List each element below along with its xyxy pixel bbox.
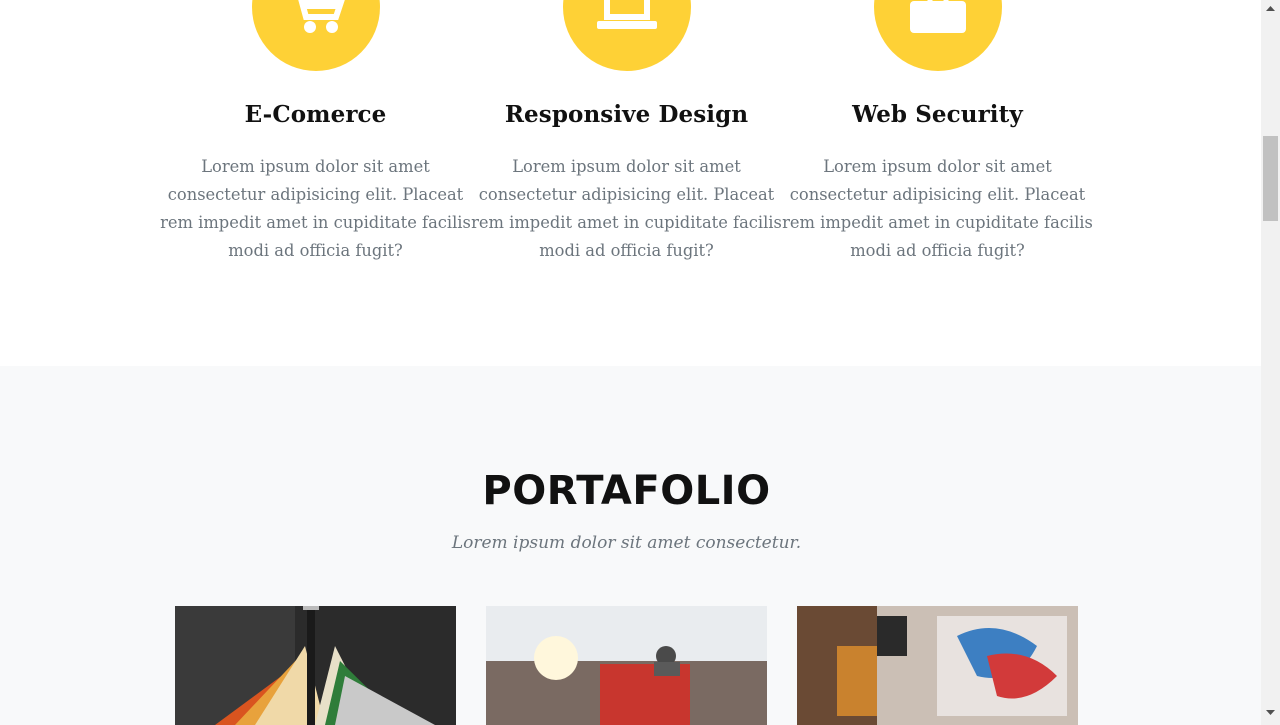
service-description: Lorem ipsum dolor sit amet consectetur a…	[160, 157, 471, 260]
services-section: E-Comerce Lorem ipsum dolor sit amet con…	[0, 0, 1261, 366]
clothes-rack-photo	[175, 606, 456, 725]
portfolio-item-keep[interactable]	[486, 606, 767, 725]
service-icon-circle	[873, 0, 1002, 71]
service-title: Responsive Design	[504, 101, 749, 128]
keep-flag-photo	[486, 606, 767, 725]
shopping-cart-icon	[297, 0, 345, 33]
scroll-down-arrow-icon[interactable]	[1261, 704, 1280, 721]
portfolio-item-clothes[interactable]	[175, 606, 456, 725]
service-title: Web Security	[852, 101, 1023, 128]
portfolio-heading: PORTAFOLIO	[482, 468, 771, 514]
service-description: Lorem ipsum dolor sit amet consectetur a…	[471, 157, 782, 260]
service-icon-circle	[562, 0, 691, 71]
page-viewport: E-Comerce Lorem ipsum dolor sit amet con…	[0, 0, 1261, 725]
service-description: Lorem ipsum dolor sit amet consectetur a…	[782, 157, 1093, 260]
portfolio-section: PORTAFOLIO Lorem ipsum dolor sit amet co…	[0, 366, 1261, 725]
lock-icon	[909, 0, 966, 33]
portfolio-item-tools[interactable]	[797, 606, 1078, 725]
craft-tools-photo	[797, 606, 1078, 725]
laptop-icon	[596, 0, 657, 29]
vertical-scrollbar[interactable]	[1261, 0, 1280, 725]
service-title: E-Comerce	[244, 101, 387, 128]
scrollbar-thumb[interactable]	[1263, 136, 1278, 221]
portfolio-subheading: Lorem ipsum dolor sit amet consectetur.	[451, 533, 802, 553]
scroll-up-arrow-icon[interactable]	[1261, 0, 1280, 17]
service-icon-circle	[251, 0, 380, 71]
